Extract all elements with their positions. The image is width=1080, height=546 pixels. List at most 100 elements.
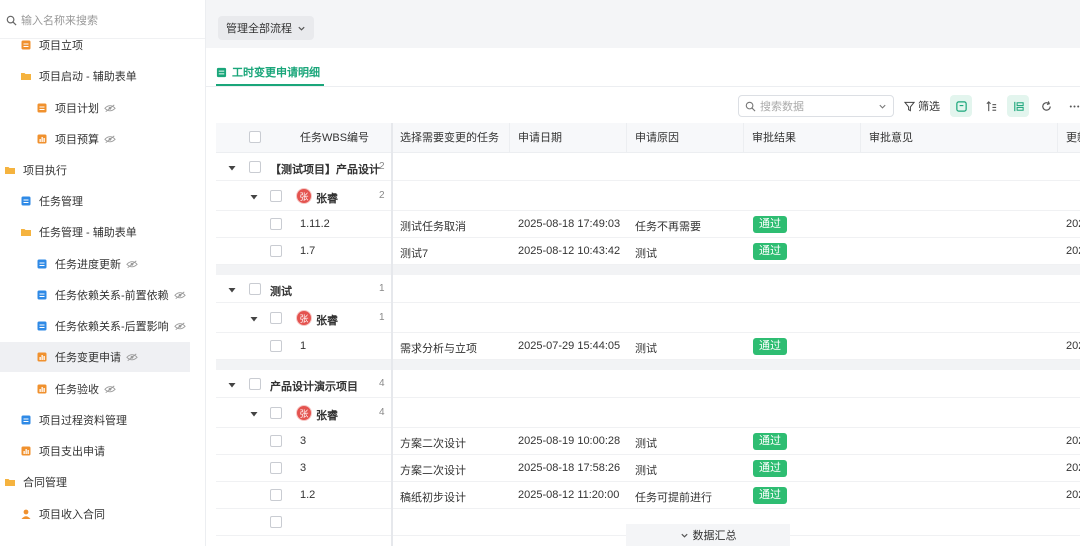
tab-hours-change-detail[interactable]: 工时变更申请明细 (216, 58, 320, 86)
cell-task[interactable]: 测试7 (400, 245, 428, 261)
sidebar-search-input[interactable]: 输入名称来搜索 (0, 8, 205, 32)
caret-down-icon[interactable] (228, 163, 236, 171)
header-task[interactable]: 选择需要变更的任务 (400, 123, 499, 153)
chevron-down-icon (680, 533, 688, 538)
fixed-column-divider (391, 123, 393, 546)
sidebar-item[interactable]: 合同管理 (0, 467, 205, 497)
header-result[interactable]: 审批结果 (752, 123, 796, 153)
table-row[interactable]: 1.2 稿纸初步设计 2025-08-12 11:20:00 任务可提前进行 通过 202 (216, 482, 1080, 509)
doc-blue-icon (20, 414, 32, 426)
hidden-eye-icon (104, 104, 116, 113)
chevron-down-icon (879, 104, 886, 109)
header-wbs[interactable]: 任务WBS编号 (300, 123, 369, 153)
sidebar-item[interactable]: 项目立项 (0, 30, 205, 60)
table-row[interactable]: 3 方案二次设计 2025-08-19 10:00:28 测试 通过 202 (216, 428, 1080, 455)
sidebar-item[interactable]: 任务管理 (0, 186, 205, 216)
select-all-checkbox[interactable] (249, 131, 261, 143)
sidebar-item[interactable]: 项目过程资料管理 (0, 405, 205, 435)
sort-button[interactable] (980, 95, 1002, 117)
cell-task[interactable]: 需求分析与立项 (400, 340, 477, 356)
sort-icon (985, 100, 996, 111)
sidebar-item-label: 项目执行 (23, 165, 67, 177)
group-checkbox[interactable] (249, 378, 261, 390)
user-group-checkbox[interactable] (270, 407, 282, 419)
header-reason[interactable]: 申请原因 (635, 123, 679, 153)
doc-orange-icon (20, 39, 32, 51)
data-summary-button[interactable]: 数据汇总 (626, 524, 790, 546)
cell-reason: 测试 (635, 343, 657, 355)
cell-update: 202 (1066, 218, 1080, 230)
cell-date: 2025-08-18 17:49:03 (518, 218, 621, 230)
caret-down-icon[interactable] (228, 285, 236, 293)
sidebar-item[interactable]: 项目执行 (0, 155, 205, 185)
group-gap (216, 360, 1080, 370)
group-gap (216, 265, 1080, 275)
header-date[interactable]: 申请日期 (518, 123, 562, 153)
row-checkbox[interactable] (270, 435, 282, 447)
comment-toggle-button[interactable] (950, 95, 972, 117)
sidebar-item[interactable]: 项目计划 (0, 93, 205, 123)
table-row[interactable]: 3 方案二次设计 2025-08-18 17:58:26 测试 通过 202 (216, 455, 1080, 482)
cell-date: 2025-07-29 15:44:05 (518, 340, 621, 352)
caret-down-icon[interactable] (228, 380, 236, 388)
sidebar-item-label: 项目启动 - 辅助表单 (39, 71, 137, 83)
sidebar-item[interactable]: 任务变更申请 (0, 342, 190, 372)
refresh-button[interactable] (1035, 95, 1057, 117)
cell-update: 202 (1066, 245, 1080, 257)
sidebar-item[interactable]: 项目启动 - 辅助表单 (0, 61, 205, 91)
sidebar-item[interactable]: 任务管理 - 辅助表单 (0, 217, 205, 247)
group-row[interactable]: 【测试项目】产品设计 2 (216, 153, 1080, 181)
sidebar-item[interactable]: 任务进度更新 (0, 249, 205, 279)
header-update[interactable]: 更新 (1066, 123, 1080, 153)
doc-blue-icon (36, 289, 48, 301)
cell-task[interactable]: 测试任务取消 (400, 218, 466, 234)
sidebar-item-label: 任务管理 (39, 196, 83, 208)
filter-button[interactable]: 筛选 (904, 95, 940, 117)
row-checkbox[interactable] (270, 489, 282, 501)
more-button[interactable] (1063, 95, 1080, 117)
sidebar-item[interactable]: 任务依赖关系-后置影响 (0, 311, 205, 341)
row-checkbox[interactable] (270, 340, 282, 352)
group-title: 产品设计演示项目 (270, 381, 358, 393)
row-checkbox[interactable] (270, 462, 282, 474)
user-group-row[interactable]: 张张睿 2 (216, 181, 1080, 211)
flow-selector-button[interactable]: 管理全部流程 (218, 16, 314, 40)
hidden-eye-icon (173, 291, 186, 300)
user-group-row[interactable]: 张张睿 1 (216, 303, 1080, 333)
hidden-eye-icon (173, 322, 186, 331)
table-row[interactable]: 1.7 测试7 2025-08-12 10:43:42 测试 通过 202 (216, 238, 1080, 265)
sidebar-item-label: 任务进度更新 (55, 259, 121, 271)
sidebar-item[interactable]: 任务依赖关系-前置依赖 (0, 280, 205, 310)
sidebar-item[interactable]: 任务验收 (0, 374, 205, 404)
sidebar-item[interactable]: 项目预算 (0, 124, 205, 154)
sidebar-item[interactable]: 项目收入合同 (0, 499, 205, 529)
chart-orange-icon (36, 383, 48, 395)
caret-down-icon[interactable] (250, 314, 258, 322)
caret-down-icon[interactable] (250, 409, 258, 417)
group-button[interactable] (1007, 95, 1029, 117)
user-group-row[interactable]: 张张睿 4 (216, 398, 1080, 428)
caret-down-icon[interactable] (250, 192, 258, 200)
data-search-input[interactable]: 搜索数据 (738, 95, 894, 117)
row-checkbox[interactable] (270, 245, 282, 257)
group-checkbox[interactable] (249, 161, 261, 173)
cell-task[interactable]: 方案二次设计 (400, 462, 466, 478)
sidebar-item-label: 项目预算 (55, 134, 99, 146)
group-row[interactable]: 产品设计演示项目 4 (216, 370, 1080, 398)
avatar: 张 (296, 310, 312, 326)
user-group-checkbox[interactable] (270, 190, 282, 202)
cell-task[interactable]: 稿纸初步设计 (400, 489, 466, 505)
row-checkbox[interactable] (270, 516, 282, 528)
cell-task[interactable]: 方案二次设计 (400, 435, 466, 451)
group-checkbox[interactable] (249, 283, 261, 295)
header-comment[interactable]: 审批意见 (869, 123, 913, 153)
table-row[interactable]: 1 需求分析与立项 2025-07-29 15:44:05 测试 通过 202 (216, 333, 1080, 360)
status-badge: 通过 (753, 243, 787, 260)
user-group-count: 2 (379, 190, 385, 201)
folder-icon (20, 226, 32, 238)
row-checkbox[interactable] (270, 218, 282, 230)
user-group-checkbox[interactable] (270, 312, 282, 324)
table-row[interactable]: 1.11.2 测试任务取消 2025-08-18 17:49:03 任务不再需要 通过 2… (216, 211, 1080, 238)
sidebar-item[interactable]: 项目支出申请 (0, 436, 205, 466)
group-row[interactable]: 测试 1 (216, 275, 1080, 303)
